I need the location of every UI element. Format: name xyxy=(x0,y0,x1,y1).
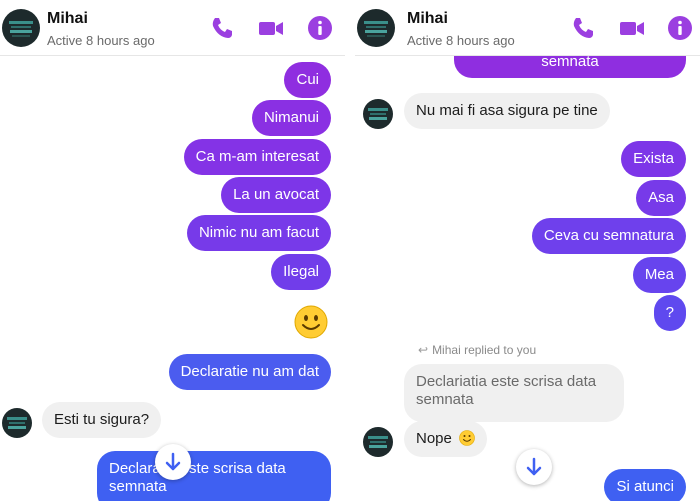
message-bubble-received[interactable]: Esti tu sigura? xyxy=(42,402,162,438)
message-bubble-sent[interactable]: Si atunci xyxy=(604,469,686,501)
message-bubble-sent[interactable]: Nimanui xyxy=(251,100,331,136)
arrow-down-icon xyxy=(165,452,181,471)
message-bubble-sent[interactable]: Exista xyxy=(621,141,686,177)
chat-header: Mihai Active 8 hours ago xyxy=(355,0,700,56)
contact-avatar[interactable] xyxy=(2,9,40,47)
reply-indicator: ↩ Mihai replied to you xyxy=(418,343,536,357)
video-icon[interactable] xyxy=(618,14,646,42)
scroll-to-bottom-button[interactable] xyxy=(155,444,191,480)
panel-divider xyxy=(345,0,355,501)
message-bubble-sent[interactable]: Nimic nu am facut xyxy=(186,215,331,251)
contact-avatar[interactable] xyxy=(357,9,395,47)
message-bubble-sent[interactable]: Cui xyxy=(284,62,331,98)
contact-avatar[interactable] xyxy=(363,427,393,457)
message-line: semnata xyxy=(416,391,474,408)
chat-panel-left: Mihai Active 8 hours ago Cui Nimanui Ca … xyxy=(0,0,345,501)
message-bubble-sent[interactable]: Declaratia este scrisa data semnata xyxy=(97,451,331,501)
message-bubble-sent[interactable]: Ca m-am interesat xyxy=(183,139,331,175)
message-line: semnata xyxy=(109,478,167,495)
contact-name[interactable]: Mihai xyxy=(407,10,448,28)
message-line: Declaratia este scrisa data xyxy=(109,460,286,477)
quoted-message[interactable]: Declariatia este scrisa data semnata xyxy=(404,364,624,422)
message-bubble-received[interactable]: Nu mai fi asa sigura pe tine xyxy=(404,93,610,129)
message-bubble-sent[interactable]: La un avocat xyxy=(221,177,331,213)
message-bubble-sent[interactable]: Mea xyxy=(632,257,686,293)
message-bubble-sent[interactable]: Ilegal xyxy=(271,254,331,290)
contact-status: Active 8 hours ago xyxy=(47,33,155,48)
message-bubble-received[interactable]: Nope xyxy=(404,421,488,457)
message-bubble-sent[interactable]: Asa xyxy=(636,180,686,216)
chat-header: Mihai Active 8 hours ago xyxy=(0,0,345,56)
contact-avatar[interactable] xyxy=(2,408,32,438)
contact-avatar[interactable] xyxy=(363,99,393,129)
arrow-down-icon xyxy=(526,457,542,476)
reply-indicator-label: Mihai replied to you xyxy=(432,343,537,357)
message-text: Nope xyxy=(416,430,452,447)
contact-status: Active 8 hours ago xyxy=(407,33,515,48)
message-bubble-sent[interactable]: Ceva cu semnatura xyxy=(531,218,686,254)
phone-icon[interactable] xyxy=(207,14,235,42)
contact-name[interactable]: Mihai xyxy=(47,10,88,28)
info-icon[interactable] xyxy=(666,14,694,42)
reply-arrow-icon: ↩ xyxy=(418,343,429,357)
info-icon[interactable] xyxy=(306,14,334,42)
chat-panel-right: semnata Mihai Active 8 hours ago Nu mai … xyxy=(355,0,700,501)
message-line: Declariatia este scrisa data xyxy=(416,373,597,390)
message-bubble-sent[interactable]: ? xyxy=(653,295,686,331)
phone-icon[interactable] xyxy=(568,14,596,42)
video-icon[interactable] xyxy=(257,14,285,42)
smiley-emoji-icon xyxy=(294,305,328,339)
smiley-emoji-icon xyxy=(459,430,475,446)
scroll-to-bottom-button[interactable] xyxy=(516,449,552,485)
message-bubble-sent[interactable]: Declaratie nu am dat xyxy=(168,354,331,390)
